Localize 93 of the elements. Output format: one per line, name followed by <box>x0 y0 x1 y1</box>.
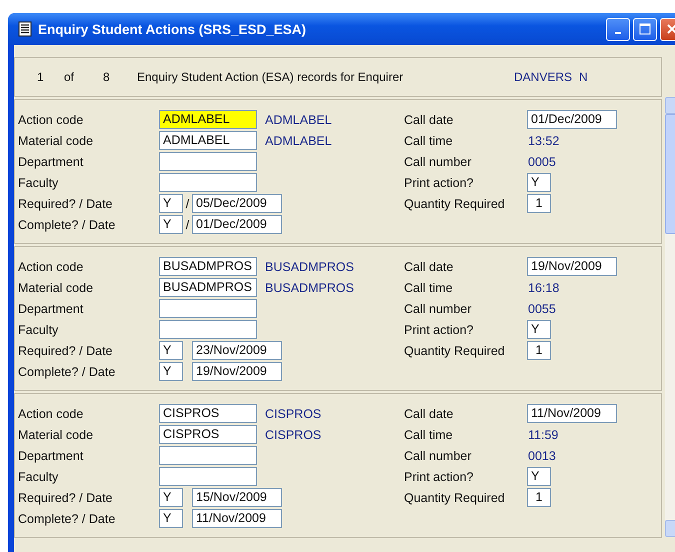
field-label: Required? / Date <box>18 196 114 210</box>
field-label: Call number <box>404 302 472 316</box>
field-label: Required? / Date <box>18 344 114 358</box>
field-value: 0013 <box>527 448 556 462</box>
date-field[interactable]: 23/Nov/2009 <box>192 341 282 360</box>
field-label: Material code <box>18 428 94 442</box>
field-label: Call time <box>404 428 454 442</box>
field-value: 13:52 <box>527 134 560 148</box>
field-label: Call time <box>404 134 454 148</box>
flag-field[interactable]: Y <box>159 194 183 213</box>
field-label: Action code <box>18 406 84 420</box>
minimize-button[interactable] <box>606 18 630 40</box>
separator-text: / <box>184 196 190 210</box>
date-field[interactable]: 19/Nov/2009 <box>192 362 282 381</box>
code-description: BUSADMPROS <box>265 280 354 294</box>
flag-field[interactable]: Y <box>527 320 551 339</box>
flag-field[interactable]: Y <box>159 215 183 234</box>
date-field[interactable]: 05/Dec/2009 <box>192 194 282 213</box>
document-icon <box>18 21 32 37</box>
field-value: 0005 <box>527 154 556 168</box>
input-field[interactable]: ADMLABEL <box>159 131 257 150</box>
enquirer-name: DANVERS <box>514 70 574 84</box>
field-label: Department <box>18 448 84 462</box>
flag-field[interactable]: Y <box>159 488 183 507</box>
input-field[interactable] <box>159 320 257 339</box>
field-label: Material code <box>18 134 94 148</box>
input-field[interactable]: ADMLABEL <box>159 110 257 129</box>
input-field[interactable] <box>159 446 257 465</box>
field-label: Print action? <box>404 176 474 190</box>
maximize-icon <box>639 23 651 35</box>
date-field[interactable]: 01/Dec/2009 <box>527 110 617 129</box>
field-label: Call date <box>404 112 454 126</box>
field-label: Department <box>18 302 84 316</box>
flag-field[interactable]: Y <box>527 173 551 192</box>
date-field[interactable]: 15/Nov/2009 <box>192 488 282 507</box>
field-label: Department <box>18 154 84 168</box>
field-label: Faculty <box>18 322 60 336</box>
field-label: Call date <box>404 260 454 274</box>
date-field[interactable]: 11/Nov/2009 <box>527 404 617 423</box>
of-label: of <box>64 70 76 84</box>
field-value: 16:18 <box>527 280 560 294</box>
field-label: Call number <box>404 448 472 462</box>
field-label: Action code <box>18 112 84 126</box>
input-field[interactable]: CISPROS <box>159 404 257 423</box>
input-field[interactable] <box>159 299 257 318</box>
field-label: Material code <box>18 280 94 294</box>
date-field[interactable]: 19/Nov/2009 <box>527 257 617 276</box>
input-field[interactable] <box>159 152 257 171</box>
flag-field[interactable]: Y <box>159 362 183 381</box>
date-field[interactable]: 11/Nov/2009 <box>192 509 282 528</box>
minimize-icon <box>615 32 621 34</box>
code-description: ADMLABEL <box>265 112 332 126</box>
input-field[interactable]: BUSADMPROS <box>159 278 257 297</box>
input-field[interactable]: CISPROS <box>159 425 257 444</box>
record-total: 8 <box>103 70 111 84</box>
field-label: Print action? <box>404 322 474 336</box>
code-description: BUSADMPROS <box>265 260 354 274</box>
input-field[interactable] <box>159 173 257 192</box>
field-label: Action code <box>18 260 84 274</box>
field-label: Faculty <box>18 176 60 190</box>
quantity-field[interactable]: 1 <box>527 194 551 213</box>
field-label: Call date <box>404 406 454 420</box>
field-label: Call number <box>404 154 472 168</box>
field-label: Quantity Required <box>404 344 506 358</box>
field-label: Print action? <box>404 470 474 484</box>
code-description: ADMLABEL <box>265 134 332 148</box>
field-label: Call time <box>404 280 454 294</box>
input-field[interactable]: BUSADMPROS <box>159 257 257 276</box>
field-value: 11:59 <box>527 428 558 442</box>
field-label: Complete? / Date <box>18 218 116 232</box>
header-description: Enquiry Student Action (ESA) records for Enquirer <box>137 70 404 84</box>
code-description: CISPROS <box>265 428 322 442</box>
date-field[interactable]: 01/Dec/2009 <box>192 215 282 234</box>
flag-field[interactable]: Y <box>159 509 183 528</box>
separator-text: / <box>184 218 190 232</box>
close-icon <box>666 23 675 35</box>
quantity-field[interactable]: 1 <box>527 341 551 360</box>
field-label: Faculty <box>18 470 60 484</box>
field-value: 0055 <box>527 302 556 316</box>
enquirer-status-text: N <box>579 70 588 84</box>
field-label: Required? / Date <box>18 490 114 504</box>
quantity-field[interactable]: 1 <box>527 488 551 507</box>
flag-field[interactable]: Y <box>159 341 183 360</box>
maximize-button[interactable] <box>633 18 657 40</box>
flag-field[interactable]: Y <box>527 467 551 486</box>
field-label: Quantity Required <box>404 196 506 210</box>
window-title: Enquiry Student Actions (SRS_ESD_ESA) <box>38 22 308 36</box>
code-description: CISPROS <box>265 406 322 420</box>
input-field[interactable] <box>159 467 257 486</box>
field-label: Complete? / Date <box>18 512 116 526</box>
field-label: Complete? / Date <box>18 364 116 378</box>
record-number: 1 <box>37 70 45 84</box>
field-label: Quantity Required <box>404 490 506 504</box>
